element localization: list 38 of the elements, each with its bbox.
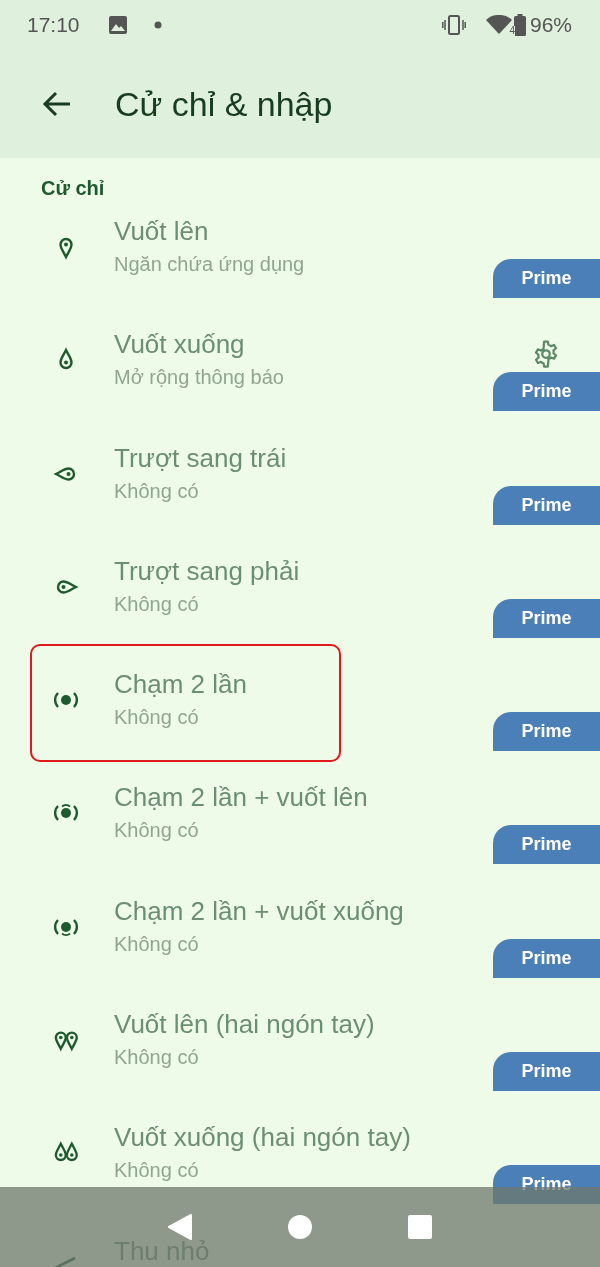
prime-badge[interactable]: Prime — [493, 1052, 600, 1092]
prime-badge[interactable]: Prime — [493, 712, 600, 752]
gesture-title: Trượt sang trái — [114, 441, 287, 474]
gesture-action: Không có — [114, 1158, 200, 1184]
gesture-title: Vuốt xuống (hai ngón tay) — [114, 1121, 411, 1154]
status-time: 17:10 — [27, 13, 80, 37]
prime-badge[interactable]: Prime — [493, 485, 600, 525]
dot-icon — [153, 21, 162, 29]
recents-icon[interactable] — [407, 1214, 433, 1240]
gesture-action: Không có — [114, 931, 200, 957]
gesture-title: Vuốt lên — [114, 215, 210, 247]
gesture-action: Không có — [114, 478, 200, 504]
gesture-action: Không có — [114, 705, 200, 731]
gesture-title: Chạm 2 lần — [114, 668, 247, 701]
battery-icon — [513, 14, 526, 36]
prime-badge[interactable]: Prime — [493, 598, 600, 638]
vibrate-icon — [441, 15, 466, 35]
gesture-action: Ngăn chứa ứng dụng — [114, 252, 305, 277]
image-icon — [107, 15, 128, 35]
section-header: Cử chỉ — [40, 176, 106, 201]
gesture-action: Không có — [114, 591, 200, 617]
gesture-action: Mở rộng thông báo — [114, 365, 284, 391]
gesture-title: Chạm 2 lần + vuốt lên — [114, 781, 368, 814]
gesture-title: Trượt sang phải — [114, 554, 300, 587]
gesture-action: Không có — [114, 1045, 200, 1071]
prime-badge[interactable]: Prime — [493, 938, 600, 978]
battery-percent: 96% — [529, 13, 572, 37]
back-icon[interactable] — [167, 1213, 193, 1241]
prime-badge[interactable]: Prime — [493, 825, 600, 865]
prime-badge[interactable]: Prime — [493, 259, 600, 298]
gesture-action: Không có — [114, 818, 200, 844]
prime-badge[interactable]: Prime — [493, 372, 600, 412]
gesture-title: Vuốt xuống — [114, 328, 246, 361]
home-icon[interactable] — [287, 1214, 313, 1240]
screen-title: Cử chỉ & nhập — [115, 84, 333, 124]
back-arrow-icon[interactable] — [42, 91, 72, 117]
gesture-title: Chạm 2 lần + vuốt xuống — [114, 894, 404, 927]
gesture-title: Vuốt lên (hai ngón tay) — [114, 1008, 375, 1041]
